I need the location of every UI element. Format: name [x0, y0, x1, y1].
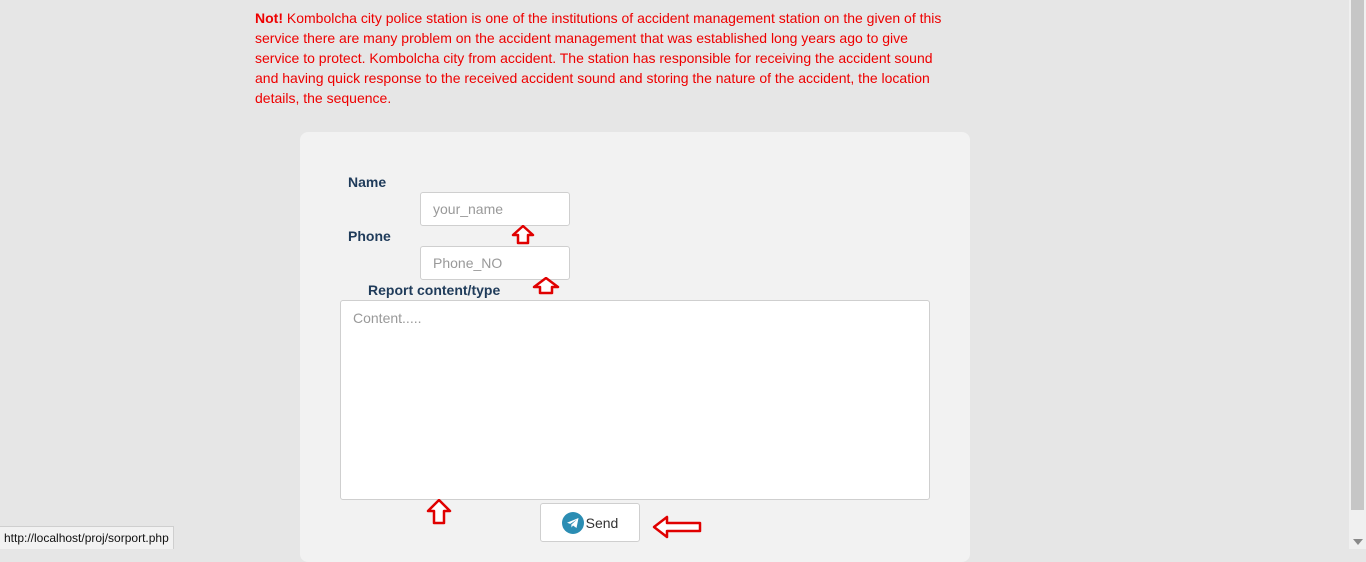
phone-label: Phone — [348, 228, 391, 244]
name-input[interactable] — [420, 192, 570, 226]
telegram-send-icon — [561, 511, 584, 534]
name-label: Name — [348, 174, 387, 190]
scroll-down-arrow-icon[interactable] — [1353, 539, 1363, 545]
notice-text: Kombolcha city police station is one of … — [255, 10, 942, 106]
up-arrow-annotation-icon — [426, 499, 452, 525]
status-bar-url: http://localhost/proj/sorport.php — [0, 526, 174, 549]
send-button[interactable]: Send — [540, 503, 640, 542]
phone-input[interactable] — [420, 246, 570, 280]
send-label: Send — [585, 514, 619, 531]
report-content-label: Report content/type — [368, 282, 501, 298]
report-content-textarea[interactable] — [340, 300, 930, 500]
up-arrow-annotation-icon — [511, 225, 535, 245]
notice-paragraph: Not! Kombolcha city police station is on… — [255, 8, 955, 108]
left-arrow-annotation-icon — [652, 515, 702, 539]
vertical-scrollbar[interactable] — [1349, 0, 1366, 549]
scrollbar-thumb[interactable] — [1351, 0, 1364, 510]
up-arrow-annotation-icon — [532, 277, 560, 295]
notice-prefix: Not! — [255, 10, 283, 26]
